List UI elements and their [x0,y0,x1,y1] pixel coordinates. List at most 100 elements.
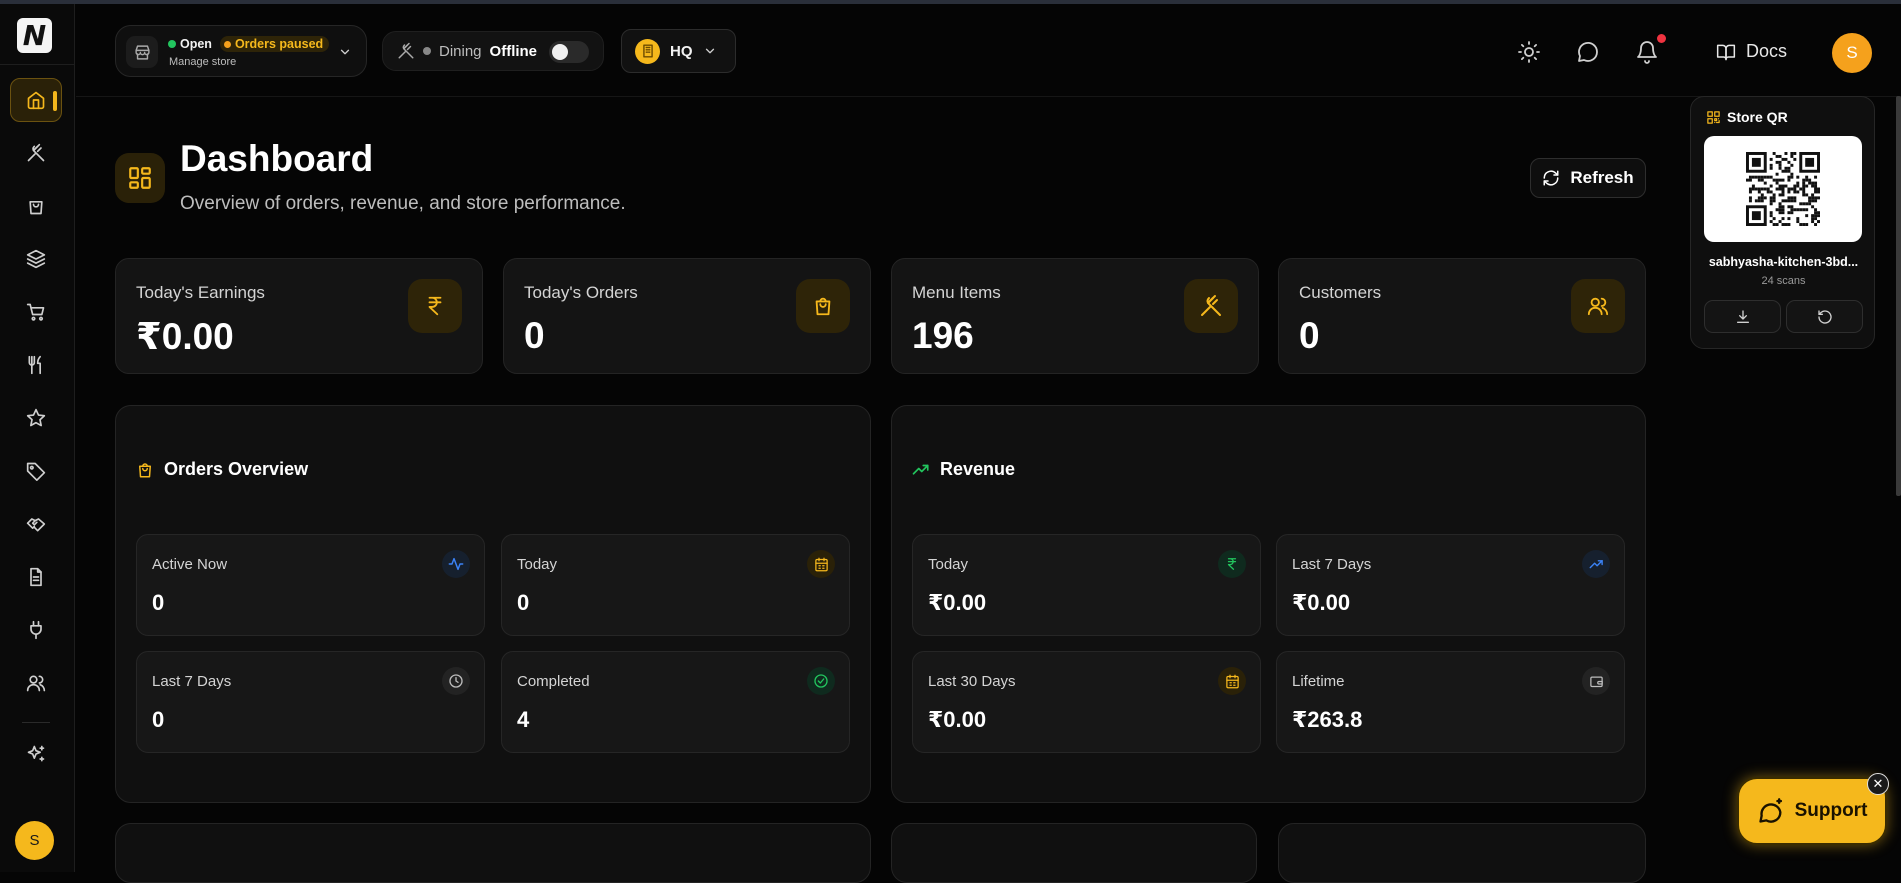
sidebar-item-categories[interactable] [10,237,62,281]
sidebar-divider [22,722,50,723]
bell-icon[interactable] [1635,40,1659,64]
shopping-bag-icon [29,201,43,215]
revenue-title: Revenue [912,459,1015,480]
dining-label: Dining [439,42,482,60]
message-circle-icon[interactable] [1576,40,1600,64]
mini-label: Lifetime [1292,673,1345,690]
notification-dot [1657,34,1666,43]
sidebar-item-ai[interactable] [10,732,62,776]
docs-label: Docs [1746,41,1788,61]
home-icon [27,91,45,110]
stat-card-orders: Today's Orders 0 [503,258,871,374]
stat-label: Today's Earnings [136,283,265,302]
top-header: Open Orders paused Manage store Dining O… [76,4,1901,97]
open-dot [168,40,176,48]
qr-code-graphic [1746,152,1820,226]
manage-store-label: Manage store [169,56,237,68]
sidebar-item-reviews[interactable] [10,396,62,440]
bottom-panel [891,823,1257,883]
orders-today-card: Today 0 [501,534,850,636]
star-icon [26,408,46,427]
layers-icon [26,249,46,269]
support-chat-icon [1758,798,1782,823]
paused-dot [223,40,231,48]
support-label: Support [1794,800,1868,821]
revenue-last-30-days-card: Last 30 Days ₹0.00 [912,651,1261,753]
stat-value: 0 [1299,315,1320,356]
download-icon [1736,309,1749,323]
rupee-icon [1218,550,1246,578]
stat-label: Customers [1299,283,1382,302]
sidebar-item-customers[interactable] [10,661,62,705]
orders-last-7-days-card: Last 7 Days 0 [136,651,485,753]
app-logo[interactable]: N [17,18,52,53]
branch-selector[interactable]: HQ [621,29,736,73]
sidebar-item-partners[interactable] [10,502,62,546]
orders-paused-label: Orders paused [234,37,324,51]
shopping-bag-icon [796,279,850,333]
refresh-icon [1543,170,1559,186]
trending-up-icon [912,464,929,475]
store-status-dropdown[interactable]: Open Orders paused Manage store [115,25,367,77]
sidebar-item-cart[interactable] [10,290,62,334]
sidebar-item-offers[interactable] [10,449,62,493]
page-scrollbar[interactable] [1896,96,1901,496]
wallet-icon [1582,667,1610,695]
mini-label: Today [517,556,558,573]
docs-link[interactable]: Docs [1716,41,1787,62]
sidebar-item-dining[interactable] [10,343,62,387]
sidebar: N S [0,4,75,872]
mini-label: Last 7 Days [1292,556,1372,573]
store-open-label: Open [180,37,212,51]
mini-label: Last 7 Days [152,673,232,690]
check-circle-icon [807,667,835,695]
orders-active-now-card: Active Now 0 [136,534,485,636]
sidebar-item-home[interactable] [10,78,62,122]
stat-label: Today's Orders [524,283,638,302]
stat-card-customers: Customers 0 [1278,258,1646,374]
sun-icon[interactable] [1517,40,1541,64]
branch-label: HQ [670,42,693,60]
bottom-panel [115,823,871,883]
support-button[interactable]: Support [1737,777,1887,845]
dining-toggle-switch[interactable] [549,41,589,63]
rotate-icon [1817,309,1832,324]
file-text-icon [30,567,42,587]
sidebar-item-reports[interactable] [10,555,62,599]
chevron-down-icon [340,49,350,55]
qr-download-button[interactable] [1704,300,1781,333]
dining-status-dot [423,47,431,55]
book-open-icon [1716,44,1736,60]
trending-up-icon [1582,550,1610,578]
qr-scans: 24 scans [1761,275,1806,287]
fork-knife-icon [28,355,42,375]
sidebar-item-menu[interactable] [10,131,62,175]
mini-value: 0 [517,590,530,615]
support-close-button[interactable]: ✕ [1867,773,1889,795]
store-qr-title: Store QR [1706,109,1788,125]
refresh-label: Refresh [1570,168,1634,187]
sidebar-item-integrations[interactable] [10,608,62,652]
utensils-crossed-icon [1184,279,1238,333]
mini-label: Last 30 Days [928,673,1016,690]
mini-value: 4 [517,707,530,732]
mini-value: 0 [152,707,165,732]
bottom-panel [1278,823,1646,883]
revenue-lifetime-card: Lifetime ₹263.8 [1276,651,1625,753]
qr-regenerate-button[interactable] [1786,300,1863,333]
shopping-cart-icon [26,303,45,321]
mini-label: Today [928,556,969,573]
page-subtitle: Overview of orders, revenue, and store p… [180,193,626,214]
revenue-today-card: Today ₹0.00 [912,534,1261,636]
mini-value: 0 [152,590,165,615]
sidebar-avatar[interactable]: S [15,821,54,860]
store-qr-card: Store QR sabhyasha-kitchen-3bd... 24 sca… [1690,96,1875,349]
mini-value: ₹0.00 [928,707,987,732]
refresh-button[interactable]: Refresh [1530,158,1646,198]
page-title: Dashboard [180,138,374,179]
qr-code-icon [1707,110,1720,124]
sidebar-item-orders[interactable] [10,184,62,228]
mini-value: ₹263.8 [1292,707,1363,732]
activity-icon [442,550,470,578]
user-avatar[interactable]: S [1832,33,1872,73]
